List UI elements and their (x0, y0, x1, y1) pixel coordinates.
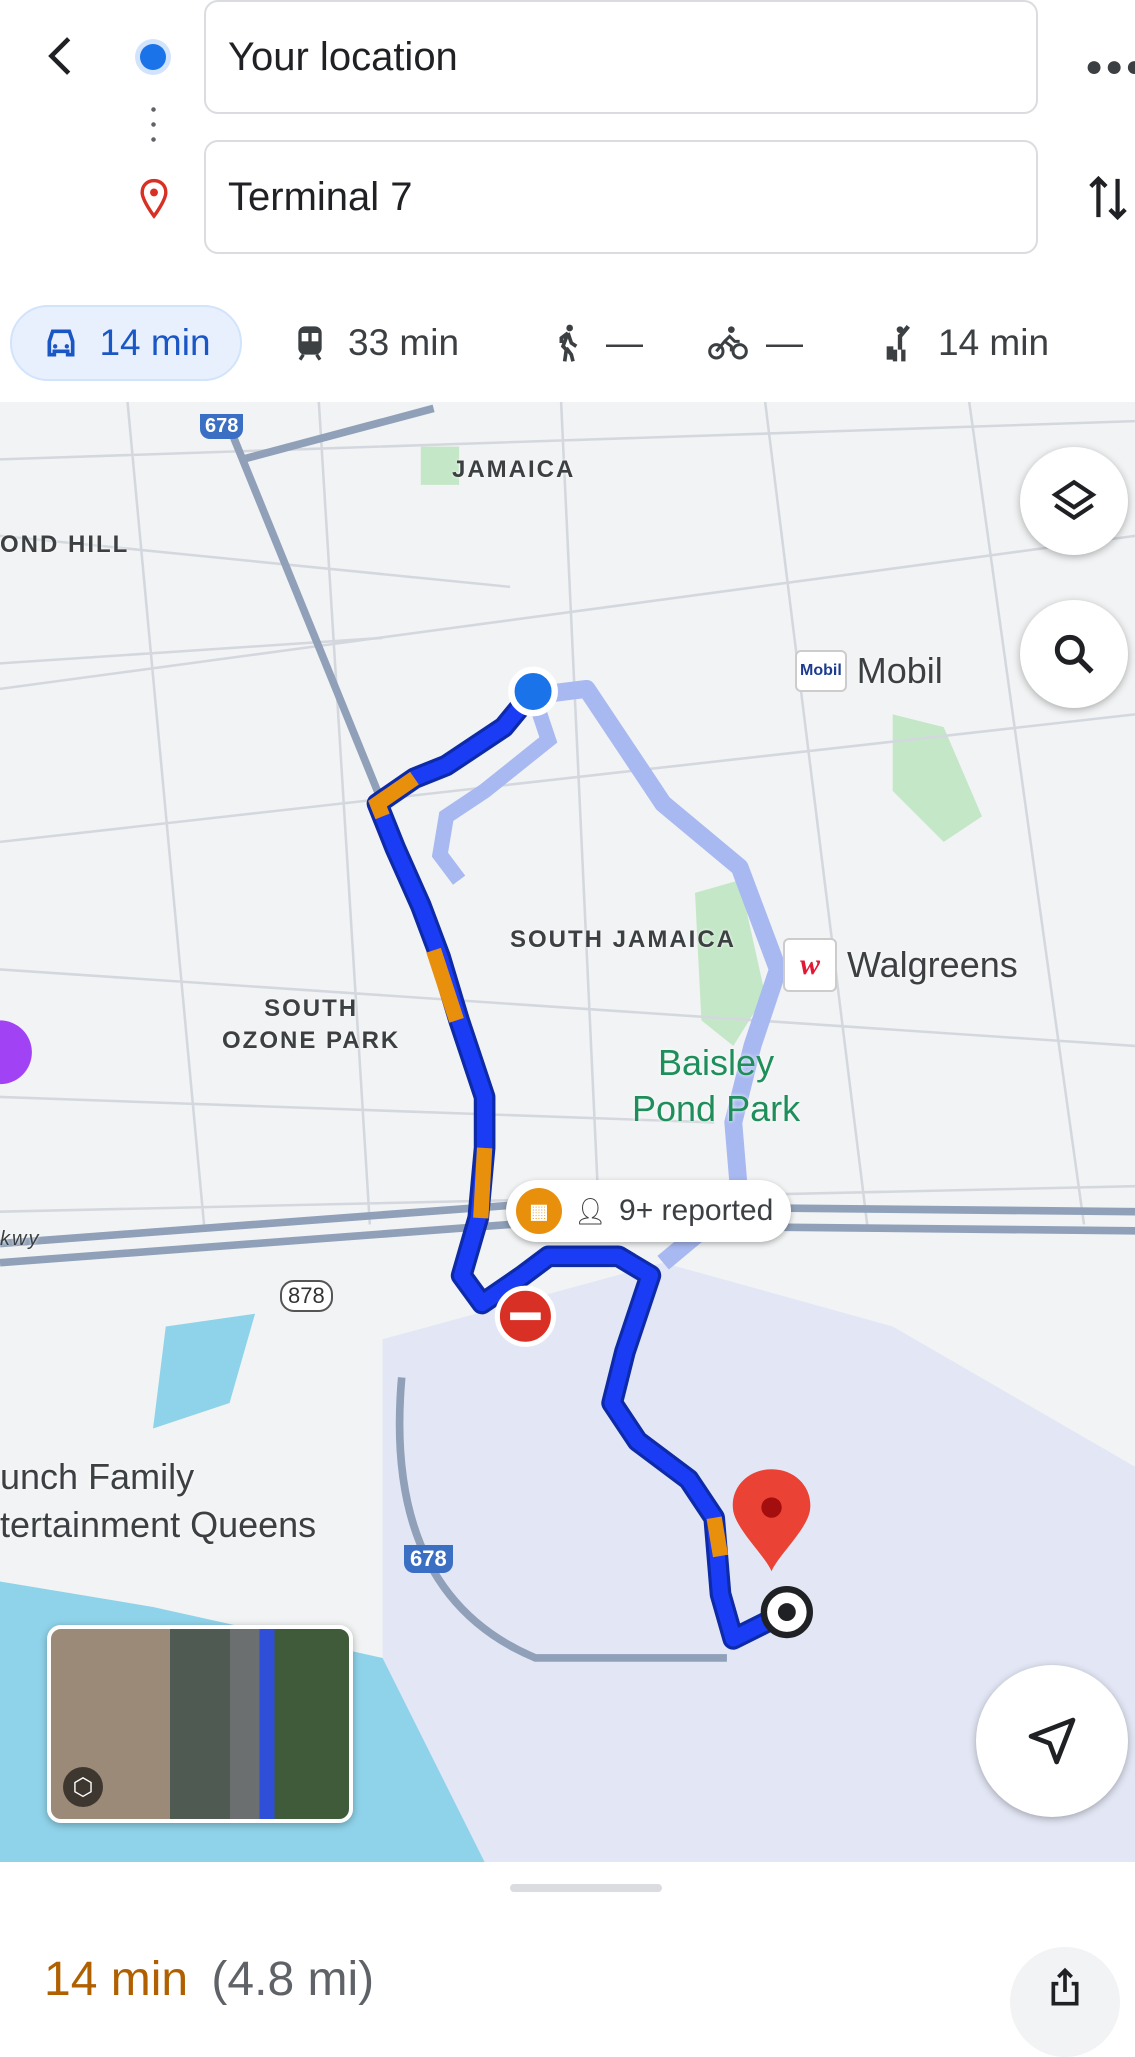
poi-walgreens-label: Walgreens (847, 944, 1018, 985)
mode-bike-time: — (766, 322, 803, 363)
sheet-drag-handle[interactable] (510, 1884, 662, 1892)
layers-icon (1051, 479, 1097, 521)
back-arrow-icon (48, 37, 71, 75)
destination-text: Terminal 7 (228, 174, 413, 219)
street-view-thumbnail[interactable]: ⬡ (47, 1625, 353, 1823)
poi-mobil[interactable]: Mobil Mobil (795, 650, 943, 692)
search-button[interactable] (1020, 600, 1128, 708)
shield-678-bottom: 678 (404, 1545, 453, 1573)
dots-connector-icon (151, 102, 156, 148)
mobil-logo-icon: Mobil (795, 650, 847, 692)
label-richmond-hill: OND HILL (0, 531, 130, 558)
mode-drive[interactable]: 14 min (10, 305, 242, 381)
poi-walgreens[interactable]: w Walgreens (783, 938, 1018, 992)
label-south-ozone-park: SOUTH OZONE PARK (222, 993, 400, 1057)
mode-drive-time: 14 min (99, 322, 211, 363)
pin-dot (761, 1497, 782, 1518)
shield-878: 878 (280, 1280, 333, 1312)
poi-mobil-label: Mobil (856, 650, 943, 691)
more-icon: ●●● (1085, 50, 1135, 83)
mode-walk[interactable]: — (548, 305, 643, 381)
poi-baisley-pond-park[interactable]: Baisley Pond Park (632, 1040, 800, 1132)
person-icon: 👤︎ (574, 1195, 608, 1226)
label-line: OZONE PARK (222, 1027, 401, 1054)
swap-button[interactable] (1085, 170, 1131, 226)
label-line: SOUTH (264, 995, 359, 1022)
mode-walk-time: — (606, 322, 643, 363)
poi-family-entertainment[interactable]: unch Family tertainment Queens (0, 1453, 316, 1549)
share-icon (1051, 1967, 1079, 2006)
label-jamaica: JAMAICA (452, 456, 576, 483)
mode-bike[interactable]: — (708, 305, 803, 381)
layers-button[interactable] (1020, 447, 1128, 555)
3d-cube-icon: ⬡ (63, 1767, 103, 1807)
navigation-arrow-icon (1028, 1717, 1076, 1765)
label-line: tertainment Queens (0, 1504, 317, 1545)
mode-ride-hail[interactable]: 14 min (880, 305, 1049, 381)
back-button[interactable] (38, 28, 84, 84)
mode-transit[interactable]: 33 min (290, 305, 459, 381)
shield-678-top: 678 (200, 414, 244, 439)
label-line: unch Family (0, 1456, 195, 1497)
my-location-button[interactable] (976, 1665, 1128, 1817)
more-options-button[interactable]: ●●● (1085, 50, 1135, 84)
origin-dot-icon (140, 44, 166, 70)
walk-icon (559, 324, 578, 362)
origin-input[interactable]: Your location (204, 0, 1038, 114)
label-south-jamaica: SOUTH JAMAICA (510, 926, 737, 953)
origin-text: Your location (228, 34, 458, 79)
route-summary-sheet[interactable]: 14 min (4.8 mi) (0, 1862, 1135, 2057)
origin-marker (508, 666, 558, 717)
destination-input[interactable]: Terminal 7 (204, 140, 1038, 254)
walgreens-logo-icon: w (783, 938, 837, 992)
label-line: Baisley (658, 1042, 775, 1083)
train-icon (298, 326, 322, 361)
incident-text: 9+ reported (619, 1194, 774, 1227)
car-icon (47, 329, 75, 357)
route-distance: (4.8 mi) (211, 1953, 375, 2006)
mode-ride-hail-time: 14 min (938, 322, 1050, 363)
construction-icon: ▦ (516, 1188, 562, 1234)
mode-transit-time: 33 min (348, 322, 460, 363)
ride-hail-icon (886, 324, 910, 362)
destination-pin-icon (140, 178, 168, 219)
incident-callout[interactable]: ▦ 👤︎ 9+ reported (506, 1180, 792, 1242)
bike-icon (708, 326, 748, 360)
route-time: 14 min (44, 1953, 189, 2006)
label-pkwy: kwy (0, 1228, 41, 1250)
share-button[interactable] (1010, 1947, 1120, 2057)
search-icon (1054, 634, 1094, 674)
label-line: Pond Park (632, 1088, 801, 1129)
